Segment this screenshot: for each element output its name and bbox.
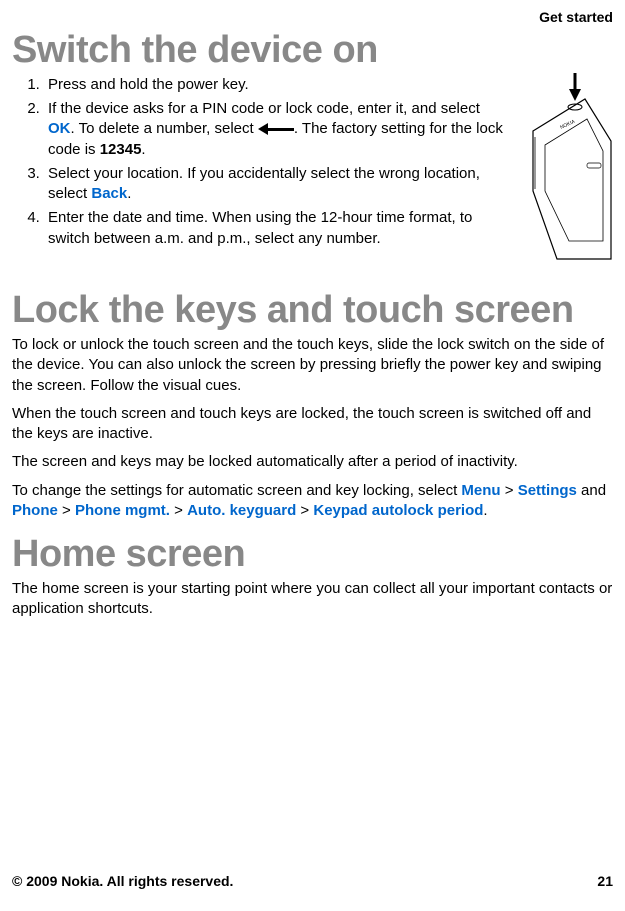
- sep: >: [501, 482, 518, 499]
- footer: © 2009 Nokia. All rights reserved. 21: [12, 872, 613, 891]
- lock-p4-a: To change the settings for automatic scr…: [12, 482, 461, 499]
- home-para-1: The home screen is your starting point w…: [12, 579, 613, 620]
- sep: >: [58, 502, 75, 519]
- step-3: Select your location. If you accidentall…: [44, 164, 529, 205]
- section-header: Get started: [12, 8, 613, 27]
- lock-para-1: To lock or unlock the touch screen and t…: [12, 335, 613, 396]
- sep: >: [170, 502, 187, 519]
- settings-link: Settings: [518, 482, 577, 499]
- step-2: If the device asks for a PIN code or loc…: [44, 99, 529, 160]
- auto-keyguard-link: Auto. keyguard: [187, 502, 296, 519]
- heading-switch-device-on: Switch the device on: [12, 31, 613, 69]
- ok-link: OK: [48, 120, 71, 137]
- phone-link: Phone: [12, 502, 58, 519]
- heading-lock-keys: Lock the keys and touch screen: [12, 291, 613, 329]
- step-2-text-d: .: [141, 141, 145, 158]
- lock-para-3: The screen and keys may be locked automa…: [12, 452, 613, 472]
- phone-mgmt-link: Phone mgmt.: [75, 502, 170, 519]
- keypad-autolock-link: Keypad autolock period: [313, 502, 483, 519]
- back-arrow-icon: [258, 123, 294, 135]
- lock-para-4: To change the settings for automatic scr…: [12, 481, 613, 522]
- lock-p4-c: .: [483, 502, 487, 519]
- step-2-text-a: If the device asks for a PIN code or loc…: [48, 100, 480, 117]
- sep: >: [296, 502, 313, 519]
- menu-link: Menu: [461, 482, 500, 499]
- step-3-text-b: .: [127, 185, 131, 202]
- lock-p4-b: and: [577, 482, 606, 499]
- copyright: © 2009 Nokia. All rights reserved.: [12, 873, 233, 889]
- lock-code: 12345: [100, 141, 142, 158]
- page-number: 21: [597, 872, 613, 891]
- lock-para-2: When the touch screen and touch keys are…: [12, 404, 613, 445]
- heading-home-screen: Home screen: [12, 535, 613, 573]
- step-2-text-b: . To delete a number, select: [71, 120, 258, 137]
- back-link: Back: [91, 185, 127, 202]
- device-illustration: NOKIA: [513, 71, 613, 267]
- step-4: Enter the date and time. When using the …: [44, 208, 534, 249]
